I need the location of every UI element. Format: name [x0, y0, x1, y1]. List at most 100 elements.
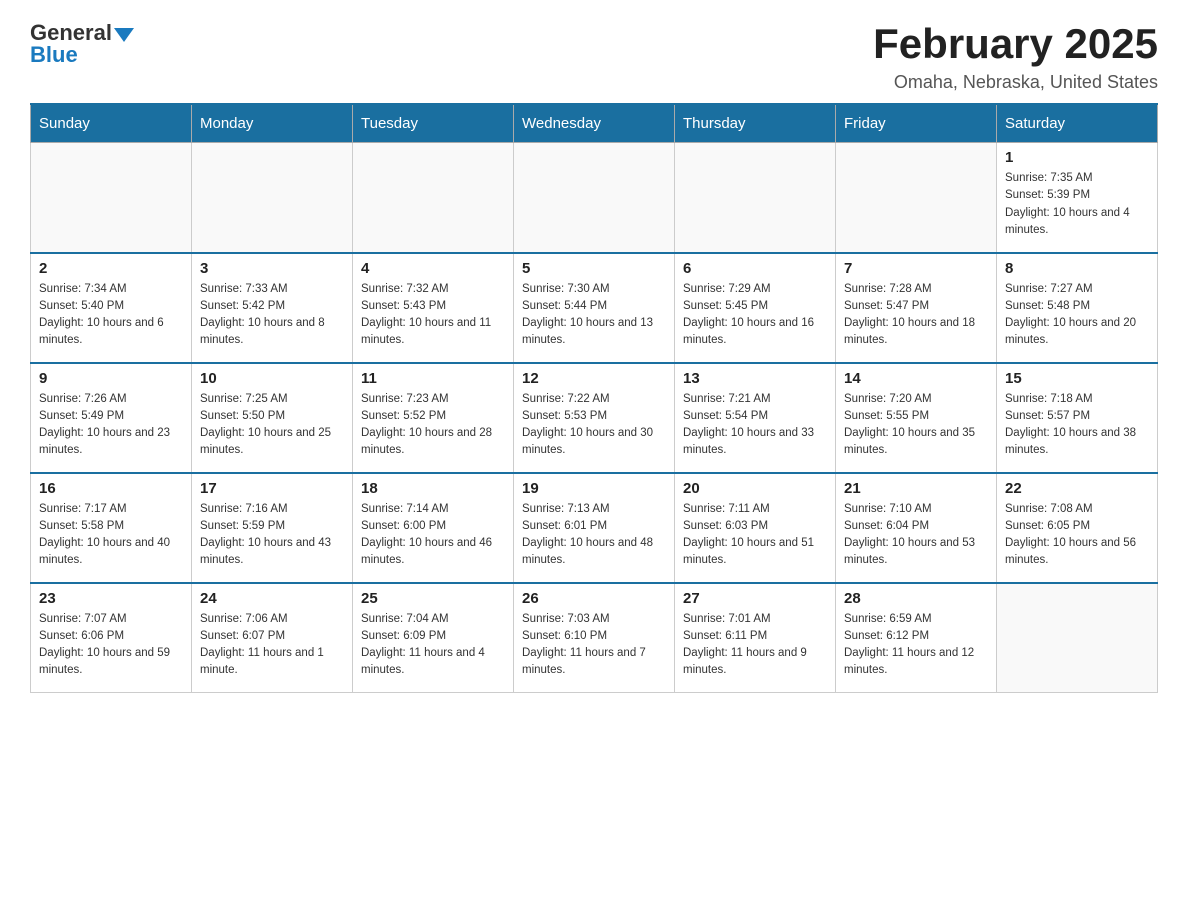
- day-number: 17: [200, 480, 344, 497]
- day-number: 3: [200, 260, 344, 277]
- day-number: 11: [361, 370, 505, 387]
- calendar-cell: 11 Sunrise: 7:23 AMSunset: 5:52 PMDayligh…: [353, 363, 514, 473]
- logo-triangle-icon: [114, 28, 134, 42]
- calendar-cell: [353, 143, 514, 253]
- page-header: General Blue February 2025 Omaha, Nebras…: [30, 20, 1158, 93]
- calendar-week-row: 2 Sunrise: 7:34 AMSunset: 5:40 PMDaylight…: [31, 253, 1158, 363]
- day-info: Sunrise: 7:01 AMSunset: 6:11 PMDaylight:…: [683, 611, 827, 680]
- calendar-cell: 5 Sunrise: 7:30 AMSunset: 5:44 PMDaylight…: [514, 253, 675, 363]
- day-info: Sunrise: 7:13 AMSunset: 6:01 PMDaylight:…: [522, 501, 666, 570]
- day-number: 24: [200, 590, 344, 607]
- day-info: Sunrise: 7:28 AMSunset: 5:47 PMDaylight:…: [844, 281, 988, 350]
- day-info: Sunrise: 7:21 AMSunset: 5:54 PMDaylight:…: [683, 391, 827, 460]
- day-info: Sunrise: 6:59 AMSunset: 6:12 PMDaylight:…: [844, 611, 988, 680]
- day-info: Sunrise: 7:35 AMSunset: 5:39 PMDaylight:…: [1005, 170, 1149, 239]
- calendar-cell: 4Sunrise: 7:32 AMSunset: 5:43 PMDaylight…: [353, 253, 514, 363]
- day-of-week-header: Saturday: [997, 104, 1158, 143]
- calendar-week-row: 9 Sunrise: 7:26 AMSunset: 5:49 PMDaylight…: [31, 363, 1158, 473]
- calendar-cell: 14 Sunrise: 7:20 AMSunset: 5:55 PMDayligh…: [836, 363, 997, 473]
- calendar-cell: 21Sunrise: 7:10 AMSunset: 6:04 PMDayligh…: [836, 473, 997, 583]
- calendar-cell: 22 Sunrise: 7:08 AMSunset: 6:05 PMDayligh…: [997, 473, 1158, 583]
- day-number: 14: [844, 370, 988, 387]
- calendar-cell: 26 Sunrise: 7:03 AMSunset: 6:10 PMDayligh…: [514, 583, 675, 693]
- day-info: Sunrise: 7:20 AMSunset: 5:55 PMDaylight:…: [844, 391, 988, 460]
- calendar-week-row: 23 Sunrise: 7:07 AMSunset: 6:06 PMDayligh…: [31, 583, 1158, 693]
- day-number: 1: [1005, 149, 1149, 166]
- calendar-week-row: 1 Sunrise: 7:35 AMSunset: 5:39 PMDaylight…: [31, 143, 1158, 253]
- day-number: 28: [844, 590, 988, 607]
- main-title: February 2025: [873, 20, 1158, 68]
- day-info: Sunrise: 7:18 AMSunset: 5:57 PMDaylight:…: [1005, 391, 1149, 460]
- calendar-cell: [514, 143, 675, 253]
- day-info: Sunrise: 7:26 AMSunset: 5:49 PMDaylight:…: [39, 391, 183, 460]
- day-number: 20: [683, 480, 827, 497]
- calendar-cell: 12 Sunrise: 7:22 AMSunset: 5:53 PMDayligh…: [514, 363, 675, 473]
- day-of-week-header: Friday: [836, 104, 997, 143]
- day-info: Sunrise: 7:11 AMSunset: 6:03 PMDaylight:…: [683, 501, 827, 570]
- calendar-header-row: SundayMondayTuesdayWednesdayThursdayFrid…: [31, 104, 1158, 143]
- calendar-cell: 20 Sunrise: 7:11 AMSunset: 6:03 PMDayligh…: [675, 473, 836, 583]
- calendar-cell: 25 Sunrise: 7:04 AMSunset: 6:09 PMDayligh…: [353, 583, 514, 693]
- subtitle: Omaha, Nebraska, United States: [873, 72, 1158, 93]
- calendar-cell: 24 Sunrise: 7:06 AMSunset: 6:07 PMDayligh…: [192, 583, 353, 693]
- calendar-cell: [997, 583, 1158, 693]
- day-number: 21: [844, 480, 988, 497]
- day-number: 5: [522, 260, 666, 277]
- day-of-week-header: Tuesday: [353, 104, 514, 143]
- day-info: Sunrise: 7:03 AMSunset: 6:10 PMDaylight:…: [522, 611, 666, 680]
- day-of-week-header: Thursday: [675, 104, 836, 143]
- calendar-cell: 27 Sunrise: 7:01 AMSunset: 6:11 PMDayligh…: [675, 583, 836, 693]
- day-info: Sunrise: 7:06 AMSunset: 6:07 PMDaylight:…: [200, 611, 344, 680]
- day-number: 22: [1005, 480, 1149, 497]
- logo: General Blue: [30, 20, 134, 68]
- calendar-cell: 18Sunrise: 7:14 AMSunset: 6:00 PMDayligh…: [353, 473, 514, 583]
- day-number: 9: [39, 370, 183, 387]
- day-info: Sunrise: 7:04 AMSunset: 6:09 PMDaylight:…: [361, 611, 505, 680]
- day-info: Sunrise: 7:07 AMSunset: 6:06 PMDaylight:…: [39, 611, 183, 680]
- day-info: Sunrise: 7:33 AMSunset: 5:42 PMDaylight:…: [200, 281, 344, 350]
- calendar-cell: 13 Sunrise: 7:21 AMSunset: 5:54 PMDayligh…: [675, 363, 836, 473]
- day-info: Sunrise: 7:32 AMSunset: 5:43 PMDaylight:…: [361, 281, 505, 350]
- day-number: 27: [683, 590, 827, 607]
- day-info: Sunrise: 7:30 AMSunset: 5:44 PMDaylight:…: [522, 281, 666, 350]
- calendar-cell: 10Sunrise: 7:25 AMSunset: 5:50 PMDayligh…: [192, 363, 353, 473]
- day-info: Sunrise: 7:22 AMSunset: 5:53 PMDaylight:…: [522, 391, 666, 460]
- day-number: 19: [522, 480, 666, 497]
- day-of-week-header: Monday: [192, 104, 353, 143]
- day-number: 8: [1005, 260, 1149, 277]
- calendar-cell: 7 Sunrise: 7:28 AMSunset: 5:47 PMDaylight…: [836, 253, 997, 363]
- calendar-cell: 9 Sunrise: 7:26 AMSunset: 5:49 PMDaylight…: [31, 363, 192, 473]
- day-of-week-header: Sunday: [31, 104, 192, 143]
- title-section: February 2025 Omaha, Nebraska, United St…: [873, 20, 1158, 93]
- calendar-cell: 2 Sunrise: 7:34 AMSunset: 5:40 PMDaylight…: [31, 253, 192, 363]
- calendar-cell: [31, 143, 192, 253]
- calendar-cell: 6 Sunrise: 7:29 AMSunset: 5:45 PMDaylight…: [675, 253, 836, 363]
- day-number: 23: [39, 590, 183, 607]
- day-number: 6: [683, 260, 827, 277]
- calendar-cell: 23 Sunrise: 7:07 AMSunset: 6:06 PMDayligh…: [31, 583, 192, 693]
- calendar-cell: [836, 143, 997, 253]
- logo-blue-text: Blue: [30, 42, 78, 68]
- day-number: 15: [1005, 370, 1149, 387]
- calendar-cell: 17 Sunrise: 7:16 AMSunset: 5:59 PMDayligh…: [192, 473, 353, 583]
- calendar-cell: 16Sunrise: 7:17 AMSunset: 5:58 PMDayligh…: [31, 473, 192, 583]
- day-number: 7: [844, 260, 988, 277]
- day-number: 13: [683, 370, 827, 387]
- calendar-week-row: 16Sunrise: 7:17 AMSunset: 5:58 PMDayligh…: [31, 473, 1158, 583]
- day-info: Sunrise: 7:34 AMSunset: 5:40 PMDaylight:…: [39, 281, 183, 350]
- day-number: 2: [39, 260, 183, 277]
- day-info: Sunrise: 7:29 AMSunset: 5:45 PMDaylight:…: [683, 281, 827, 350]
- calendar-cell: 3 Sunrise: 7:33 AMSunset: 5:42 PMDaylight…: [192, 253, 353, 363]
- day-info: Sunrise: 7:17 AMSunset: 5:58 PMDaylight:…: [39, 501, 183, 570]
- day-info: Sunrise: 7:16 AMSunset: 5:59 PMDaylight:…: [200, 501, 344, 570]
- day-number: 25: [361, 590, 505, 607]
- day-number: 26: [522, 590, 666, 607]
- calendar-cell: 1 Sunrise: 7:35 AMSunset: 5:39 PMDaylight…: [997, 143, 1158, 253]
- day-info: Sunrise: 7:08 AMSunset: 6:05 PMDaylight:…: [1005, 501, 1149, 570]
- day-number: 18: [361, 480, 505, 497]
- day-number: 12: [522, 370, 666, 387]
- calendar-cell: [192, 143, 353, 253]
- day-number: 10: [200, 370, 344, 387]
- calendar-table: SundayMondayTuesdayWednesdayThursdayFrid…: [30, 103, 1158, 693]
- day-info: Sunrise: 7:23 AMSunset: 5:52 PMDaylight:…: [361, 391, 505, 460]
